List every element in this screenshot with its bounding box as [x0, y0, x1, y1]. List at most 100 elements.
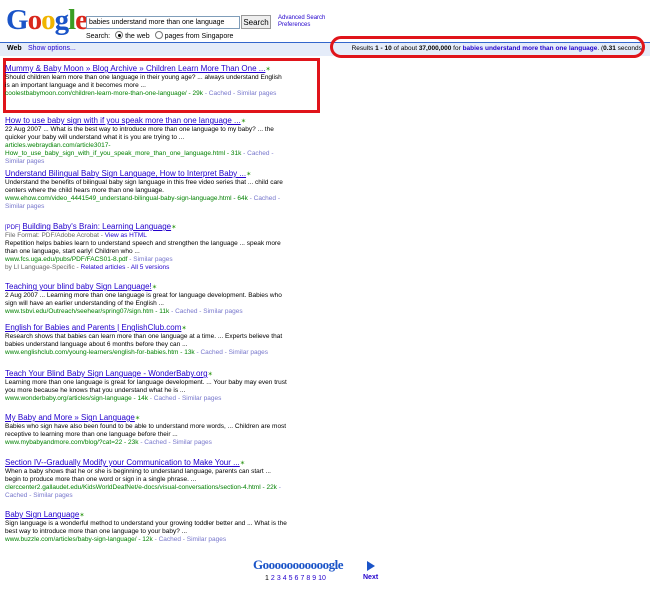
cached-link[interactable]: Cached: [200, 349, 222, 356]
related-articles-link[interactable]: Related articles: [81, 264, 126, 271]
search-result: Teach Your Blind Baby Sign Language - Wo…: [5, 369, 287, 403]
cached-link[interactable]: Cached: [247, 150, 269, 157]
cached-link[interactable]: Cached: [209, 90, 231, 97]
search-button[interactable]: Search: [241, 15, 271, 29]
cached-link[interactable]: Cached: [5, 492, 27, 499]
similar-pages-link[interactable]: Similar pages: [182, 395, 221, 402]
result-snippet: Sign language is a wonderful method to u…: [5, 520, 287, 535]
file-format-line: File Format: PDF/Adobe Acrobat - View as…: [5, 232, 287, 240]
search-scope-label: Search:: [86, 33, 111, 40]
similar-pages-link[interactable]: Similar pages: [33, 492, 72, 499]
result-title-link[interactable]: Mummy & Baby Moon » Blog Archive » Child…: [5, 64, 265, 73]
results-bar: Web Show options... Results 1 - 10 of ab…: [0, 42, 650, 56]
result-size: - 11k: [153, 308, 170, 315]
result-url-line: articles.webraydian.com/article3017-How_…: [5, 142, 274, 165]
similar-pages-link[interactable]: Similar pages: [133, 256, 172, 263]
search-result: Understand Bilingual Baby Sign Language,…: [5, 169, 287, 211]
pager-page-link[interactable]: 4: [283, 575, 287, 582]
next-arrow-icon[interactable]: [367, 561, 375, 571]
pushpin-icon[interactable]: ✶: [208, 371, 213, 378]
stats-query-link[interactable]: one: [555, 45, 567, 52]
result-snippet: 2 Aug 2007 ... Learning more than one la…: [5, 292, 282, 307]
pushpin-icon[interactable]: ✶: [246, 171, 251, 178]
result-size: - 13k: [178, 349, 195, 356]
pushpin-icon[interactable]: ✶: [79, 512, 84, 519]
radio-web[interactable]: [115, 31, 124, 39]
cached-link[interactable]: Cached: [254, 195, 276, 202]
stats-query-link[interactable]: babies: [463, 45, 484, 52]
result-extra-line: by LI Language-Specific - Related articl…: [5, 264, 170, 271]
next-link[interactable]: Next: [363, 574, 378, 581]
result-snippet: Understand the benefits of bilingual bab…: [5, 179, 283, 194]
radio-local[interactable]: [154, 31, 163, 39]
similar-pages-link[interactable]: Similar pages: [172, 439, 211, 446]
advanced-search-link[interactable]: Advanced Search: [278, 15, 325, 22]
pushpin-icon[interactable]: ✶: [181, 325, 186, 332]
result-title-link[interactable]: Understand Bilingual Baby Sign Language,…: [5, 169, 246, 178]
header: Google Search Advanced Search Preference…: [0, 0, 650, 42]
pager-page-link[interactable]: 10: [318, 575, 326, 582]
cached-link[interactable]: Cached: [175, 308, 197, 315]
result-url-line: www.englishclub.com/young-learners/engli…: [5, 349, 269, 356]
search-result: English for Babies and Parents | English…: [5, 323, 287, 357]
stats-time: 0.31: [603, 45, 616, 52]
result-url-line: www.wonderbaby.org/articles/sign-languag…: [5, 395, 222, 402]
pager: Gooooooooooogle 1 2 3 4 5 6 7 8 9 10 Next: [253, 557, 403, 582]
pushpin-icon[interactable]: ✶: [135, 415, 140, 422]
similar-pages-link[interactable]: Similar pages: [237, 90, 276, 97]
cached-link[interactable]: Cached: [159, 536, 181, 543]
advanced-links: Advanced Search Preferences: [278, 15, 325, 29]
search-input[interactable]: [86, 16, 240, 29]
result-title-link[interactable]: English for Babies and Parents | English…: [5, 323, 181, 332]
search-scope: Search: the web pages from Singapore: [86, 31, 233, 41]
pushpin-icon[interactable]: ✶: [241, 118, 246, 125]
stats-query-link[interactable]: understand: [485, 45, 520, 52]
result-url-line: www.fcs.uga.edu/pubs/PDF/FACS01-8.pdf - …: [5, 256, 173, 263]
pager-page-link[interactable]: 2: [271, 575, 275, 582]
pager-page-link[interactable]: 5: [289, 575, 293, 582]
stats-query-link[interactable]: than: [540, 45, 554, 52]
result-title-link[interactable]: Baby Sign Language: [5, 510, 79, 519]
result-title-link[interactable]: Section IV--Gradually Modify your Commun…: [5, 458, 240, 467]
pager-page-link[interactable]: 6: [295, 575, 299, 582]
pushpin-icon[interactable]: ✶: [265, 66, 270, 73]
similar-pages-link[interactable]: Similar pages: [229, 349, 268, 356]
similar-pages-link[interactable]: Similar pages: [5, 203, 44, 210]
google-logo[interactable]: Google: [6, 4, 88, 36]
result-snippet: Learning more than one language is great…: [5, 379, 287, 394]
pager-numbers: 1 2 3 4 5 6 7 8 9 10: [265, 575, 403, 582]
similar-pages-link[interactable]: Similar pages: [5, 158, 44, 165]
view-as-html-link[interactable]: View as HTML: [105, 232, 147, 239]
stats-for: for: [451, 45, 463, 52]
radio-web-label: the web: [125, 33, 150, 40]
result-title-link[interactable]: Building Baby's Brain: Learning Language: [22, 222, 171, 231]
result-title-link[interactable]: My Baby and More » Sign Language: [5, 413, 135, 422]
pager-page-link[interactable]: 3: [277, 575, 281, 582]
result-size: - 64k: [231, 195, 248, 202]
preferences-link[interactable]: Preferences: [278, 22, 325, 29]
result-url: www.wonderbaby.org/articles/sign-languag…: [5, 395, 132, 402]
stats-query-link[interactable]: language: [569, 45, 598, 52]
cached-link[interactable]: Cached: [144, 439, 166, 446]
pager-page-link[interactable]: 8: [306, 575, 310, 582]
result-snippet: Repetition helps babies learn to underst…: [5, 240, 281, 255]
result-url-line: clerccenter2.gallaudet.edu/KidsWorldDeaf…: [5, 484, 281, 499]
result-title-link[interactable]: Teach Your Blind Baby Sign Language - Wo…: [5, 369, 208, 378]
similar-pages-link[interactable]: Similar pages: [203, 308, 242, 315]
stats-query-link[interactable]: more: [522, 45, 538, 52]
pushpin-icon[interactable]: ✶: [171, 224, 176, 231]
result-url: www.fcs.uga.edu/pubs/PDF/FACS01-8.pdf: [5, 256, 128, 263]
result-title-link[interactable]: How to use baby sign with if you speak m…: [5, 116, 241, 125]
cached-link[interactable]: Cached: [154, 395, 176, 402]
web-label: Web: [7, 45, 22, 52]
result-url: coolestbabymoon.com/children-learn-more-…: [5, 90, 187, 97]
show-options-link[interactable]: Show options...: [28, 45, 76, 52]
result-title-link[interactable]: Teaching your blind baby Sign Language!: [5, 282, 152, 291]
all-versions-link[interactable]: All 5 versions: [131, 264, 170, 271]
similar-pages-link[interactable]: Similar pages: [187, 536, 226, 543]
pushpin-icon[interactable]: ✶: [240, 460, 245, 467]
pager-page-link[interactable]: 7: [300, 575, 304, 582]
pushpin-icon[interactable]: ✶: [152, 284, 157, 291]
pager-page-link[interactable]: 9: [312, 575, 316, 582]
result-size: - 12k: [136, 536, 153, 543]
